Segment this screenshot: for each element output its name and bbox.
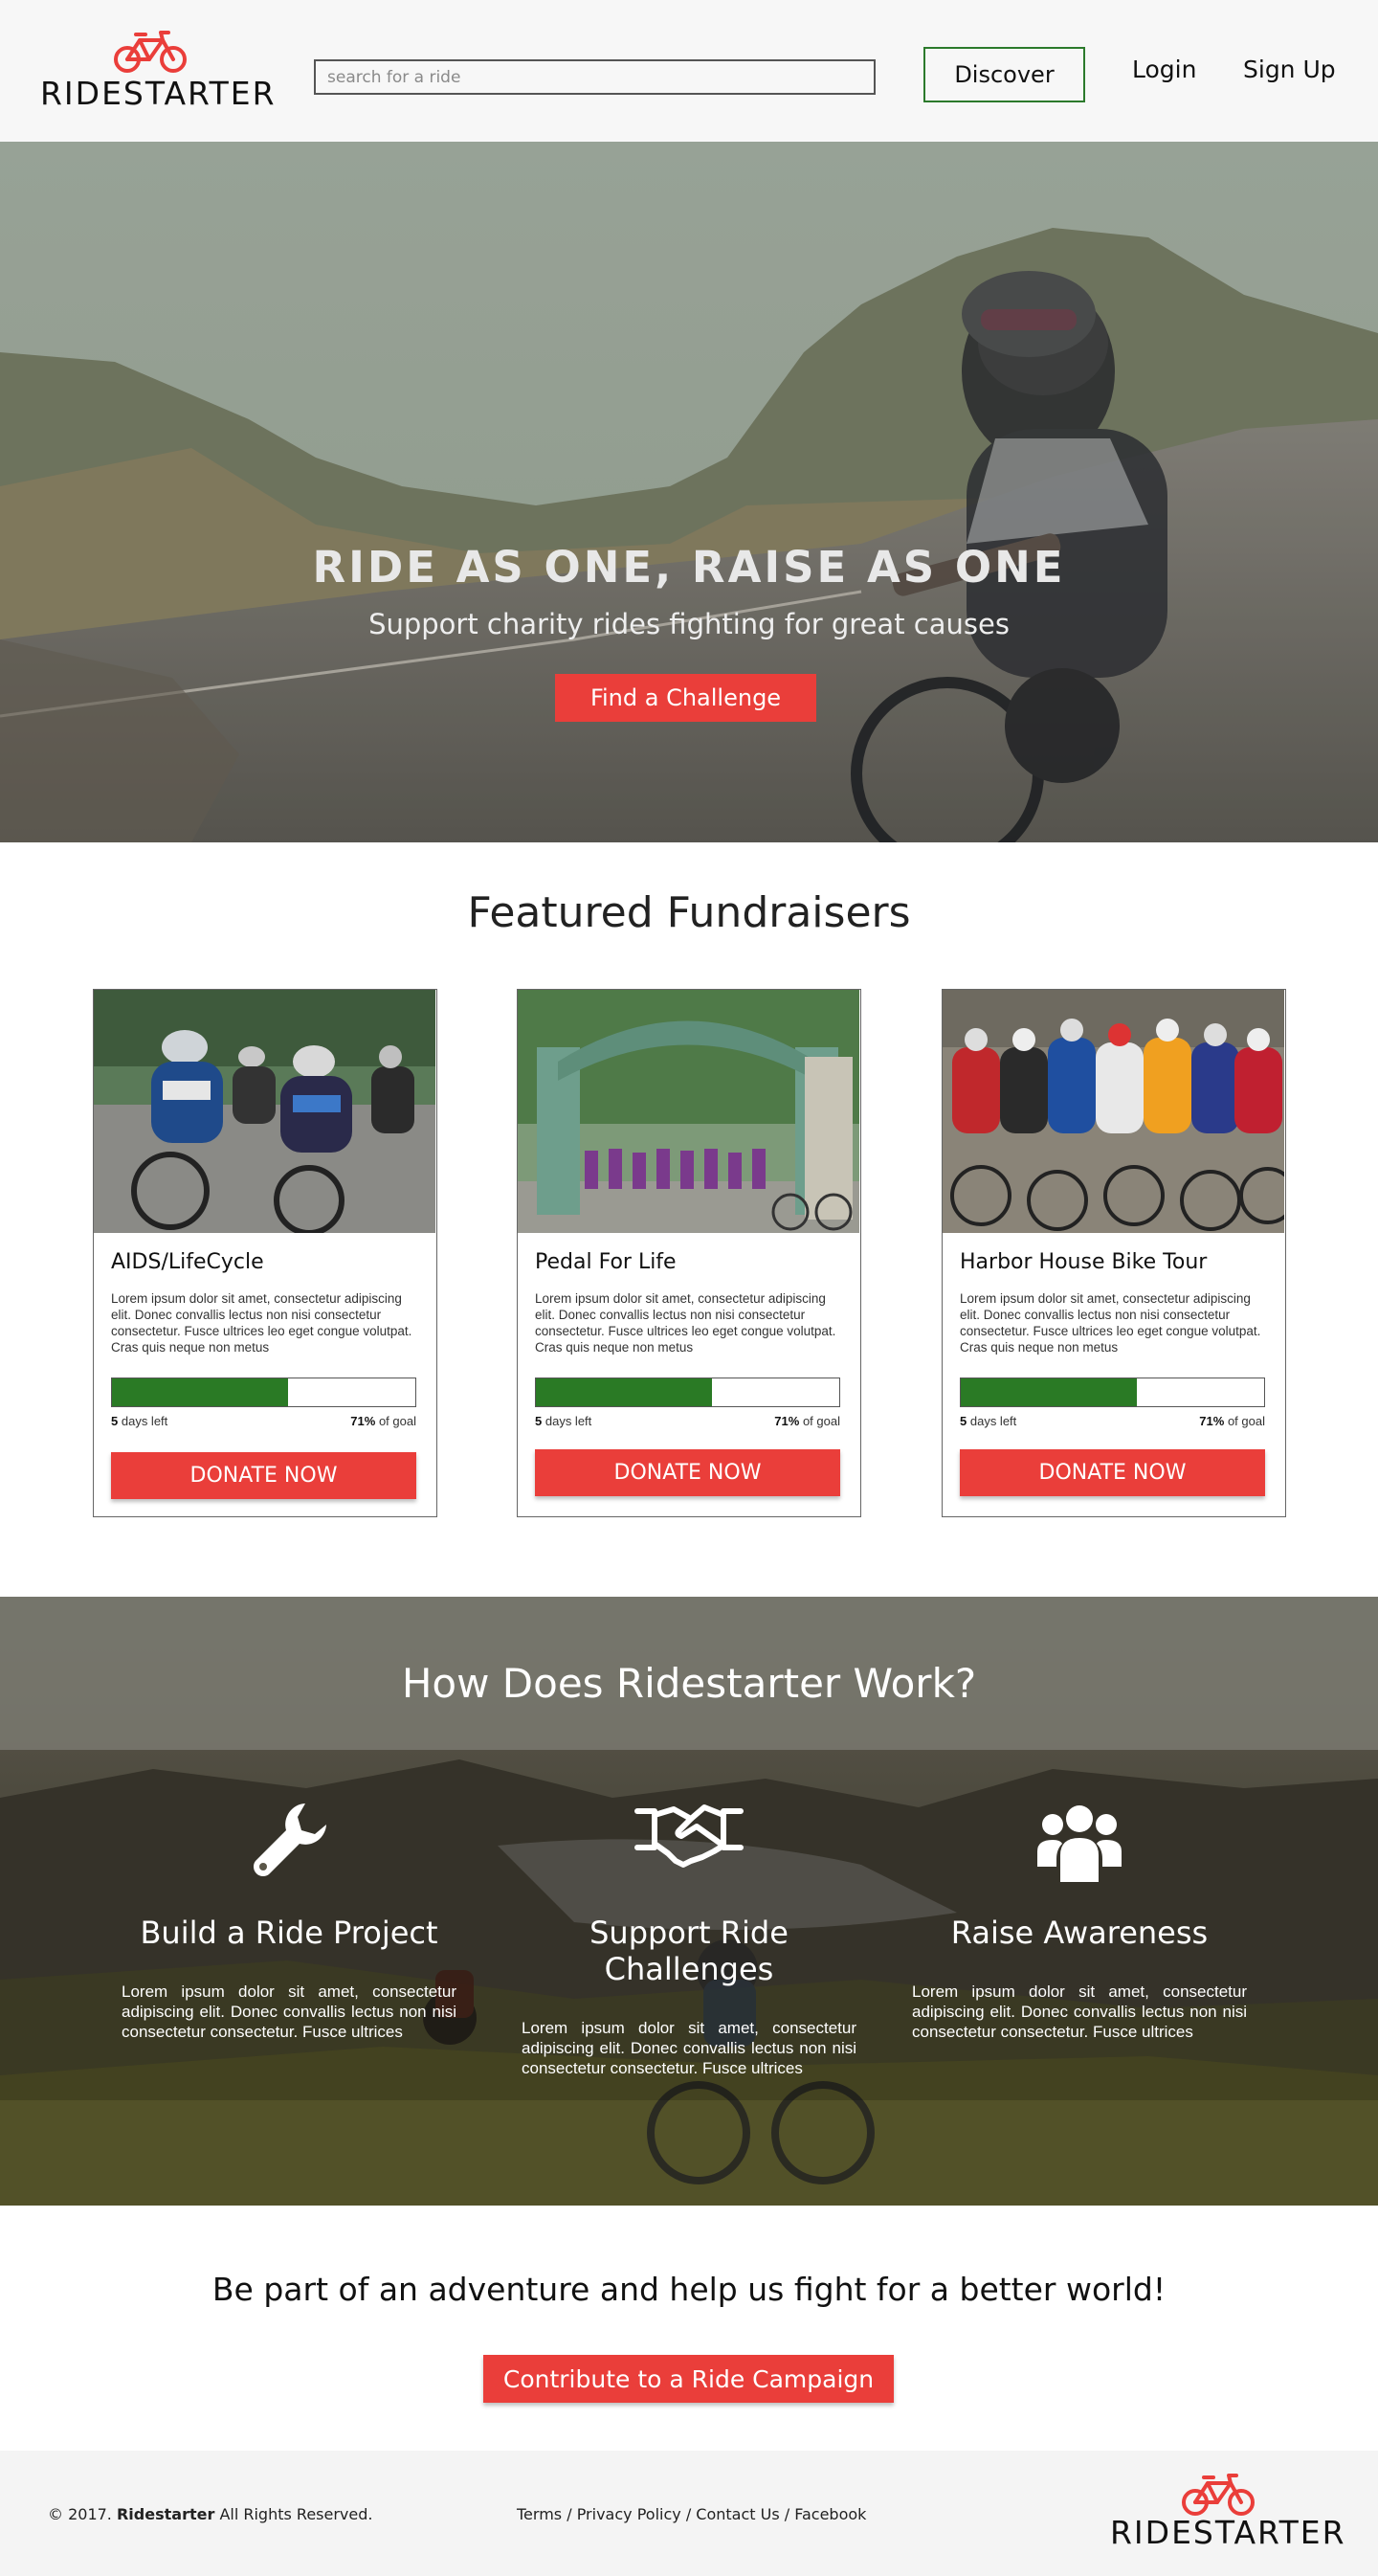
days-left: 5 days left xyxy=(535,1414,592,1428)
card-meta: 5 days left 71% of goal xyxy=(535,1414,840,1428)
gate-group-photo xyxy=(518,990,859,1233)
contribute-button[interactable]: Contribute to a Ride Campaign xyxy=(483,2355,894,2403)
hero-subtitle: Support charity rides fighting for great… xyxy=(368,608,1010,640)
login-link[interactable]: Login xyxy=(1132,56,1196,83)
signup-link[interactable]: Sign Up xyxy=(1243,56,1336,83)
how-column-title: Raise Awareness xyxy=(950,1915,1209,1951)
users-icon xyxy=(898,1798,1261,1893)
featured-title: Featured Fundraisers xyxy=(467,888,911,937)
find-challenge-button[interactable]: Find a Challenge xyxy=(555,674,816,722)
peloton-photo xyxy=(943,990,1284,1233)
donate-button[interactable]: DONATE NOW xyxy=(960,1449,1265,1496)
card-meta: 5 days left 71% of goal xyxy=(960,1414,1265,1428)
site-footer: © 2017. Ridestarter All Rights Reserved.… xyxy=(0,2451,1378,2576)
privacy-policy-link[interactable]: Privacy Policy xyxy=(577,2505,681,2523)
how-column-text: Lorem ipsum dolor sit amet, consectetur … xyxy=(912,1982,1247,2041)
hero-title: RIDE AS ONE, RAISE AS ONE xyxy=(312,542,1066,593)
footer-links: Terms / Privacy Policy / Contact Us / Fa… xyxy=(517,2505,867,2523)
logo-wordmark: RIDESTARTER xyxy=(40,75,277,112)
cta-title: Be part of an adventure and help us figh… xyxy=(211,2271,1167,2308)
terms-link[interactable]: Terms xyxy=(517,2505,562,2523)
hero-section: RIDE AS ONE, RAISE AS ONE Support charit… xyxy=(0,142,1378,842)
fundraiser-card[interactable]: Harbor House Bike Tour Lorem ipsum dolor… xyxy=(942,989,1286,1517)
goal-percent: 71% of goal xyxy=(350,1414,416,1428)
progress-bar xyxy=(111,1378,416,1407)
logo-wordmark: RIDESTARTER xyxy=(1110,2514,1346,2551)
featured-section: Featured Fundraisers AIDS/LifeCycle Lore… xyxy=(0,842,1378,1597)
cta-section: Be part of an adventure and help us figh… xyxy=(0,2206,1378,2451)
how-column: Build a Ride Project Lorem ipsum dolor s… xyxy=(107,1798,471,2042)
card-meta: 5 days left 71% of goal xyxy=(111,1414,416,1428)
how-column: Support Ride Challenges Lorem ipsum dolo… xyxy=(507,1798,871,2078)
days-left: 5 days left xyxy=(960,1414,1017,1428)
progress-fill xyxy=(112,1378,288,1406)
hero-cyclist-photo xyxy=(0,142,1378,842)
bicycle-icon xyxy=(1182,2474,1255,2516)
how-column-text: Lorem ipsum dolor sit amet, consectetur … xyxy=(522,2019,856,2077)
group-of-cyclists-photo xyxy=(94,990,435,1233)
card-title: Pedal For Life xyxy=(535,1250,677,1274)
donate-button[interactable]: DONATE NOW xyxy=(535,1449,840,1496)
how-column: Raise Awareness Lorem ipsum dolor sit am… xyxy=(898,1798,1261,2042)
fundraiser-card[interactable]: AIDS/LifeCycle Lorem ipsum dolor sit ame… xyxy=(93,989,437,1517)
discover-button[interactable]: Discover xyxy=(923,47,1085,102)
wrench-icon xyxy=(107,1798,471,1893)
how-column-title: Build a Ride Project xyxy=(140,1915,438,1951)
card-description: Lorem ipsum dolor sit amet, consectetur … xyxy=(535,1291,836,1355)
card-description: Lorem ipsum dolor sit amet, consectetur … xyxy=(111,1291,412,1355)
donate-button[interactable]: DONATE NOW xyxy=(111,1452,416,1499)
footer-logo[interactable]: RIDESTARTER xyxy=(1110,2472,1345,2558)
goal-percent: 71% of goal xyxy=(1199,1414,1265,1428)
card-description: Lorem ipsum dolor sit amet, consectetur … xyxy=(960,1291,1261,1355)
site-header: RIDESTARTER Discover Login Sign Up xyxy=(0,0,1378,142)
handshake-icon xyxy=(507,1798,871,1893)
days-left: 5 days left xyxy=(111,1414,168,1428)
contact-us-link[interactable]: Contact Us xyxy=(696,2505,779,2523)
how-column-text: Lorem ipsum dolor sit amet, consectetur … xyxy=(122,1982,456,2041)
progress-fill xyxy=(961,1378,1137,1406)
goal-percent: 71% of goal xyxy=(774,1414,840,1428)
card-title: Harbor House Bike Tour xyxy=(960,1250,1208,1274)
how-column-title: Support Ride Challenges xyxy=(589,1915,789,1987)
progress-bar xyxy=(960,1378,1265,1407)
bicycle-icon xyxy=(114,31,187,73)
how-it-works-section: How Does Ridestarter Work? Build a Ride … xyxy=(0,1597,1378,2206)
search-input[interactable] xyxy=(314,59,876,95)
fundraiser-card[interactable]: Pedal For Life Lorem ipsum dolor sit ame… xyxy=(517,989,861,1517)
facebook-link[interactable]: Facebook xyxy=(794,2505,866,2523)
progress-bar xyxy=(535,1378,840,1407)
progress-fill xyxy=(536,1378,712,1406)
how-title: How Does Ridestarter Work? xyxy=(401,1660,977,1707)
logo[interactable]: RIDESTARTER xyxy=(40,29,275,115)
copyright: © 2017. Ridestarter All Rights Reserved. xyxy=(48,2505,373,2523)
card-title: AIDS/LifeCycle xyxy=(111,1250,264,1274)
